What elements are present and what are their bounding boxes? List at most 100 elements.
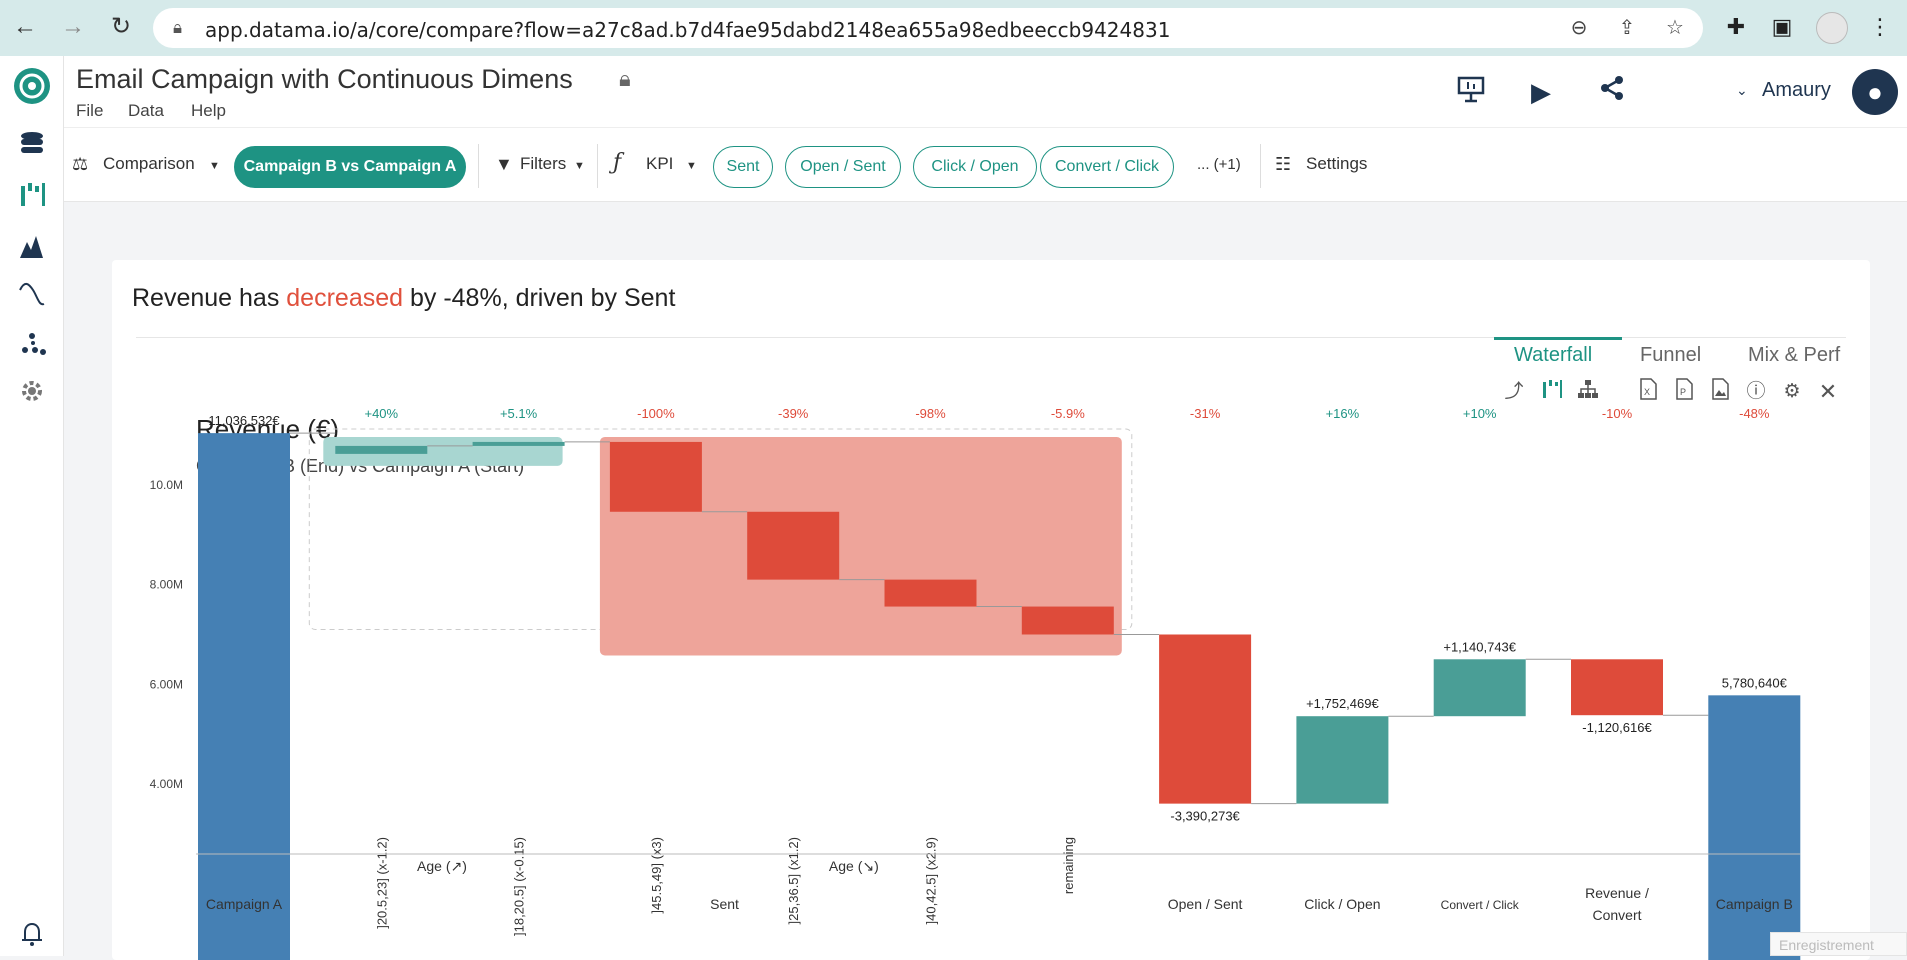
y-tick-label: 10.0M [150, 478, 183, 492]
group-label-age-down: Age (↘) [829, 858, 879, 874]
user-name[interactable]: Amaury [1762, 79, 1831, 102]
category-label: Revenue / [1585, 885, 1649, 901]
category-label: Click / Open [1304, 896, 1380, 912]
toolbar-divider [1260, 144, 1261, 188]
percent-change-label: -5.9% [1051, 406, 1085, 421]
url-text[interactable]: app.datama.io/a/core/compare?flow=a27c8a… [205, 18, 1170, 42]
kpi-pill-convert-click[interactable]: Convert / Click [1040, 146, 1174, 188]
percent-change-label: -31% [1190, 406, 1221, 421]
segment-label: remaining [1061, 837, 1076, 894]
waterfall-bar [1433, 659, 1526, 717]
percent-change-label: -98% [915, 406, 946, 421]
percent-change-label: +5.1% [500, 406, 538, 421]
category-label: Campaign A [206, 896, 283, 912]
category-label: Convert [1592, 907, 1641, 923]
comparison-dropdown[interactable]: Comparison [103, 154, 195, 174]
percent-change-label: -39% [778, 406, 809, 421]
menu-file[interactable]: File [76, 101, 103, 121]
menu-help[interactable]: Help [191, 101, 226, 121]
waterfall-bar [335, 445, 428, 454]
scale-icon: ⚖ [72, 154, 89, 174]
settings-gear-icon[interactable] [12, 376, 52, 416]
app-header: Email Campaign with Continuous Dimens 🔒︎… [64, 56, 1907, 128]
category-label: Campaign B [1716, 896, 1793, 912]
play-icon[interactable]: ▶ [1523, 74, 1559, 110]
datama-logo-icon[interactable] [12, 66, 52, 106]
bar-value-label: 5,780,640€ [1722, 675, 1788, 690]
lock-icon: 🔒︎ [173, 18, 183, 37]
waterfall-bar [198, 433, 290, 960]
back-icon[interactable]: ← [10, 12, 40, 42]
function-icon: ƒ [613, 150, 622, 175]
percent-change-label: -10% [1602, 406, 1633, 421]
segment-label: ]25,36.5] (x1.2) [786, 837, 801, 924]
address-bar[interactable]: 🔒︎ app.datama.io/a/core/compare?flow=a27… [153, 8, 1703, 48]
waterfall-bar [1708, 695, 1801, 960]
filters-caret-icon[interactable]: ▼ [574, 160, 585, 172]
share-icon[interactable] [1594, 74, 1630, 110]
waterfall-bar [1296, 716, 1389, 804]
extensions-icon[interactable]: ✚ [1722, 14, 1750, 42]
waterfall-bar [747, 511, 840, 580]
group-label-age-up: Age (↗) [417, 858, 467, 874]
waterfall-chart: 4.00M 6.00M 8.00M 10.0M 11,036,532€ +40%]20.5… [150, 406, 1801, 960]
comparison-caret-icon[interactable]: ▼ [209, 160, 220, 172]
category-label: Convert / Click [1441, 898, 1520, 912]
bar-value-label: 11,036,532€ [208, 413, 280, 428]
bar-value-label: +1,140,743€ [1443, 639, 1516, 654]
trend-icon[interactable] [12, 278, 52, 318]
segment-label: ]45.5,49] (x3) [649, 837, 664, 914]
presentation-icon[interactable] [1453, 74, 1489, 110]
settings-sliders-icon: ☷ [1275, 154, 1292, 174]
kpi-pill-sent[interactable]: Sent [713, 146, 773, 188]
category-label: Sent [710, 896, 739, 912]
title-lock-icon: 🔒︎ [619, 66, 631, 91]
user-avatar[interactable]: ● [1852, 69, 1898, 115]
analysis-card: Revenue has decreased by -48%, driven by… [112, 260, 1870, 960]
segment-label: ]40,42.5] (x2.9) [924, 837, 939, 924]
zoom-icon[interactable]: ⊖ [1566, 15, 1592, 41]
side-panel-icon[interactable]: ▣ [1768, 14, 1796, 42]
bar-value-label: -3,390,273€ [1170, 809, 1240, 824]
percent-change-label: +16% [1326, 406, 1360, 421]
category-label: Open / Sent [1168, 896, 1243, 912]
user-menu-caret-icon[interactable]: ⌄ [1736, 82, 1748, 99]
distribution-icon[interactable] [12, 232, 52, 272]
waterfall-bar [1571, 659, 1663, 716]
database-icon[interactable] [12, 130, 52, 170]
reload-icon[interactable]: ↻ [106, 12, 136, 42]
toolbar-divider [478, 144, 479, 188]
waterfall-bar [1021, 606, 1114, 635]
forward-icon[interactable]: → [58, 12, 88, 42]
analysis-toolbar: ⚖ Comparison ▼ Campaign B vs Campaign A … [64, 128, 1907, 202]
y-tick-label: 4.00M [150, 777, 183, 791]
percent-change-label: +10% [1463, 406, 1497, 421]
toolbar-divider [597, 144, 598, 188]
browser-menu-icon[interactable]: ⋮ [1866, 14, 1894, 42]
kpi-caret-icon[interactable]: ▼ [686, 160, 697, 172]
more-kpis-button[interactable]: ... (+1) [1197, 156, 1241, 173]
kpi-dropdown[interactable]: KPI [646, 154, 673, 174]
kpi-pill-open-sent[interactable]: Open / Sent [785, 146, 901, 188]
comparison-value-pill[interactable]: Campaign B vs Campaign A [234, 146, 466, 188]
bookmark-star-icon[interactable]: ☆ [1662, 15, 1688, 41]
kpi-pill-click-open[interactable]: Click / Open [913, 146, 1037, 188]
settings-button[interactable]: Settings [1306, 154, 1367, 174]
notifications-bell-icon[interactable] [12, 918, 52, 958]
share-page-icon[interactable]: ⇪ [1614, 15, 1640, 41]
percent-change-label: -48% [1739, 406, 1770, 421]
menu-data[interactable]: Data [128, 101, 164, 121]
browser-profile-avatar[interactable] [1816, 12, 1848, 44]
filters-dropdown[interactable]: Filters [520, 154, 566, 174]
filter-icon: ▼ [495, 154, 513, 174]
waterfall-bar [609, 441, 702, 512]
percent-change-label: +40% [364, 406, 398, 421]
page-title[interactable]: Email Campaign with Continuous Dimens [76, 64, 631, 95]
waterfall-bar [884, 579, 977, 607]
scatter-icon[interactable] [12, 328, 52, 368]
y-tick-label: 6.00M [150, 677, 183, 691]
record-button[interactable]: Enregistrement [1770, 932, 1907, 956]
waterfall-nav-icon[interactable] [12, 180, 52, 220]
y-tick-label: 8.00M [150, 578, 183, 592]
percent-change-label: -100% [637, 406, 675, 421]
